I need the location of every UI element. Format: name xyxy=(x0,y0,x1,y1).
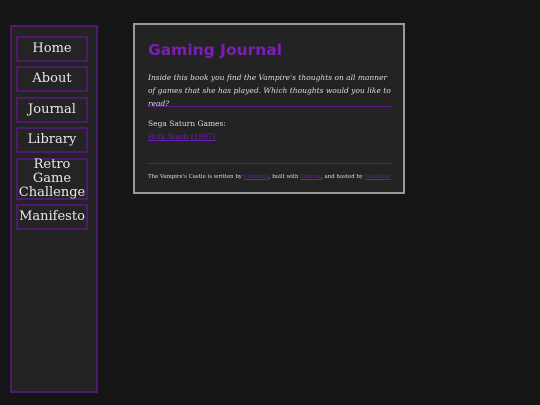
page-title: Gaming Journal xyxy=(148,41,283,59)
divider xyxy=(148,163,392,164)
divider xyxy=(148,106,392,107)
footer-text: , built with xyxy=(268,174,301,180)
footer: The Vampire's Castle is written by Chris… xyxy=(148,174,390,180)
footer-host-link[interactable]: Neocities xyxy=(365,174,391,180)
game-link[interactable]: Bulk Slash (1997) xyxy=(148,132,216,141)
nav-journal-button[interactable]: Journal xyxy=(16,97,88,123)
nav-retro-game-challenge-button[interactable]: Retro Game Challenge xyxy=(16,158,88,200)
footer-builder-link[interactable]: Sunrise xyxy=(300,174,321,180)
nav-library-button[interactable]: Library xyxy=(16,127,88,153)
content-panel: Gaming Journal Inside this book you find… xyxy=(133,23,405,194)
footer-author-link[interactable]: Christina xyxy=(244,174,269,180)
footer-text: The Vampire's Castle is written by xyxy=(148,174,244,180)
footer-text: , and hosted by xyxy=(321,174,365,180)
intro-text: Inside this book you find the Vampire's … xyxy=(148,73,391,108)
section-label: Sega Saturn Games: xyxy=(148,119,226,128)
sidebar-nav: Home About Journal Library Retro Game Ch… xyxy=(10,25,98,393)
nav-about-button[interactable]: About xyxy=(16,66,88,92)
nav-home-button[interactable]: Home xyxy=(16,36,88,62)
nav-manifesto-button[interactable]: Manifesto xyxy=(16,204,88,230)
